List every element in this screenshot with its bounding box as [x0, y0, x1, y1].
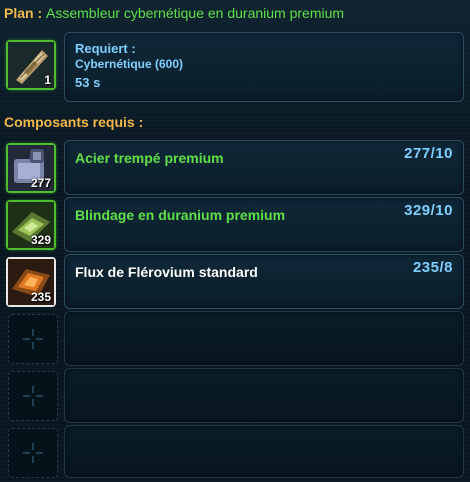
component-slot-1[interactable]: 277: [6, 143, 56, 193]
requirements-panel: Requiert : Cybernétique (600) 53 s: [64, 32, 464, 102]
component-row-1: Acier trempé premium 277/10: [64, 140, 464, 195]
component-2-quantity: 329: [30, 233, 51, 247]
empty-slot-crosshair-icon: [23, 386, 43, 406]
component-2-name: Blindage en duranium premium: [75, 207, 286, 223]
component-1-count: 277/10: [404, 145, 453, 162]
component-1-name: Acier trempé premium: [75, 150, 224, 166]
component-3-quantity: 235: [30, 290, 51, 304]
component-row-2: Blindage en duranium premium 329/10: [64, 197, 464, 252]
empty-row-1: [64, 311, 464, 366]
empty-row-2: [64, 368, 464, 423]
components-heading: Composants requis :: [4, 114, 144, 130]
empty-slot-3: [8, 428, 58, 478]
empty-row-3: [64, 425, 464, 478]
component-2-count: 329/10: [404, 202, 453, 219]
component-slot-3[interactable]: 235: [6, 257, 56, 307]
empty-slot-crosshair-icon: [23, 329, 43, 349]
crafting-recipe-window: Plan : Assembleur cybernétique en durani…: [0, 0, 470, 482]
component-3-name: Flux de Flérovium standard: [75, 264, 258, 280]
plan-title: Plan : Assembleur cybernétique en durani…: [4, 2, 344, 24]
requires-label: Requiert :: [75, 41, 136, 56]
required-skill: Cybernétique (600): [75, 57, 184, 71]
empty-slot-1: [8, 314, 58, 364]
component-slot-2[interactable]: 329: [6, 200, 56, 250]
empty-slot-crosshair-icon: [23, 443, 43, 463]
component-row-3: Flux de Flérovium standard 235/8: [64, 254, 464, 309]
plan-label: Plan :: [4, 5, 43, 21]
schematic-slot[interactable]: 1: [6, 40, 56, 90]
component-3-count: 235/8: [412, 259, 453, 276]
plan-name: Assembleur cybernétique en duranium prem…: [46, 5, 345, 21]
empty-slot-2: [8, 371, 58, 421]
craft-time: 53 s: [75, 75, 101, 90]
schematic-quantity: 1: [44, 73, 51, 87]
component-1-quantity: 277: [30, 176, 51, 190]
